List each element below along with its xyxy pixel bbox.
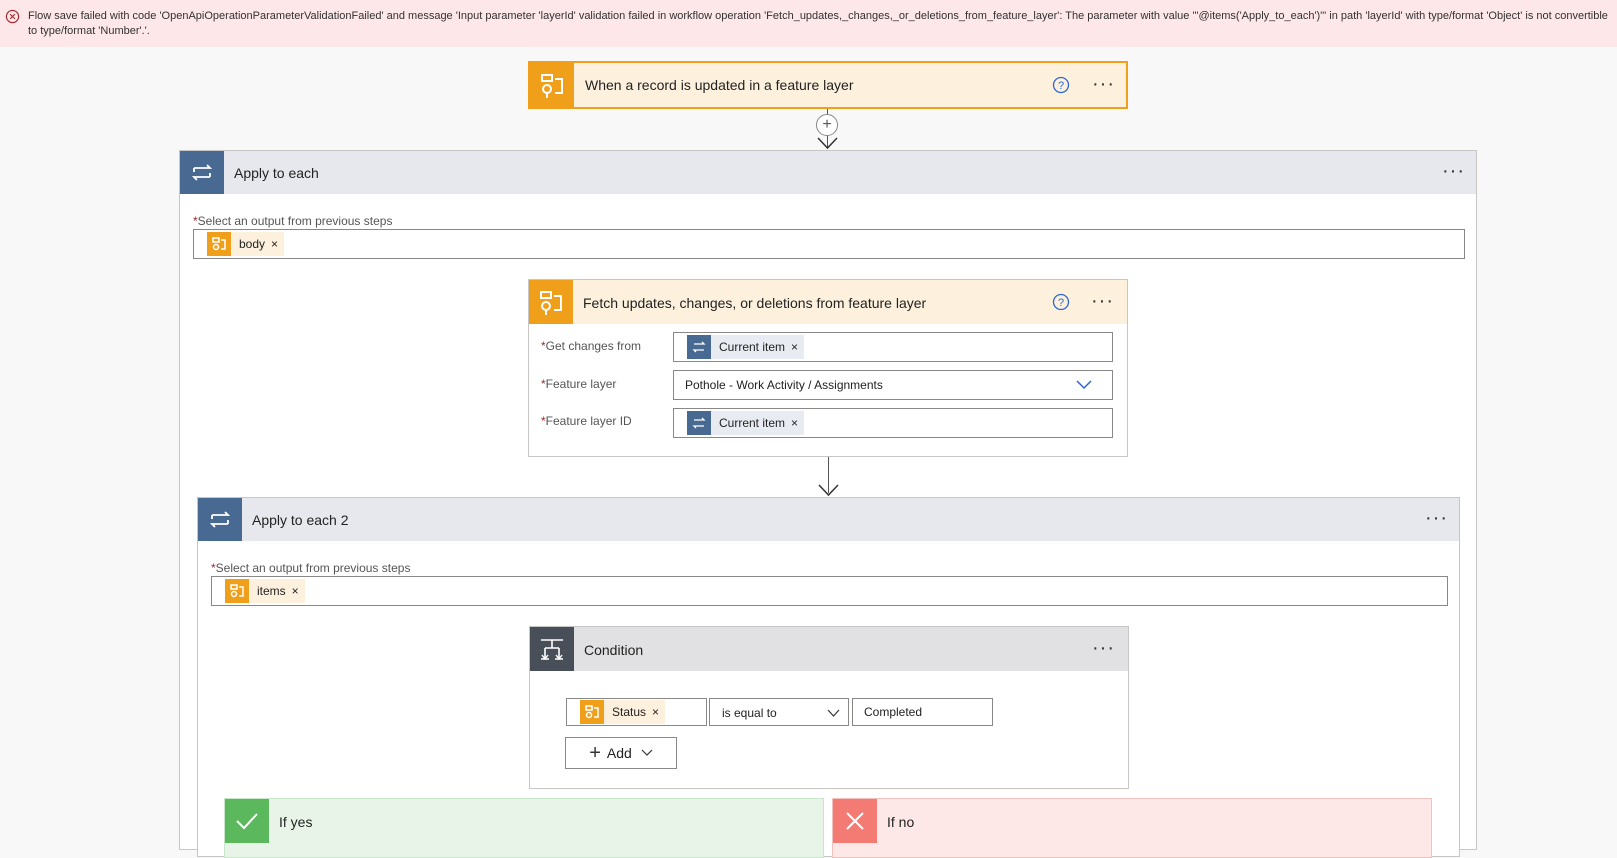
close-x-icon: [833, 799, 877, 843]
trigger-card[interactable]: When a record is updated in a feature la…: [528, 61, 1128, 109]
body-token[interactable]: body ×: [207, 232, 285, 256]
select-output-label: *Select an output from previous steps: [193, 214, 393, 228]
if-yes-branch: If yes: [224, 798, 824, 858]
help-circle-icon[interactable]: ?: [1052, 293, 1070, 311]
token-remove-icon[interactable]: ×: [789, 340, 804, 354]
select-output-input[interactable]: items ×: [211, 576, 1448, 606]
feature-layer-dropdown[interactable]: Pothole - Work Activity / Assignments: [673, 370, 1113, 400]
feature-layer-id-label: *Feature layer ID: [541, 414, 632, 428]
checkmark-icon: [225, 799, 269, 843]
status-token[interactable]: Status ×: [580, 700, 666, 724]
get-changes-from-label: *Get changes from: [541, 339, 642, 353]
token-remove-icon[interactable]: ×: [650, 705, 665, 719]
add-step-button[interactable]: +: [816, 114, 838, 136]
condition-right-operand[interactable]: Completed: [852, 698, 993, 726]
condition-left-operand[interactable]: Status ×: [566, 698, 707, 726]
loop-icon: [687, 411, 711, 435]
token-label: Current item: [719, 416, 786, 430]
apply-to-each-2-container: Apply to each 2 ··· *Select an output fr…: [197, 497, 1460, 858]
fetch-updates-more-button[interactable]: ···: [1091, 291, 1114, 311]
select-output-input[interactable]: body ×: [193, 229, 1465, 259]
current-item-token[interactable]: Current item ×: [687, 411, 805, 435]
fetch-updates-header[interactable]: Fetch updates, changes, or deletions fro…: [529, 280, 1127, 324]
right-operand-value: Completed: [864, 705, 923, 719]
token-label: items: [257, 584, 286, 598]
get-changes-from-input[interactable]: Current item ×: [673, 332, 1113, 362]
select-output-label: *Select an output from previous steps: [211, 561, 411, 575]
svg-text:?: ?: [1058, 297, 1064, 309]
feature-layer-id-input[interactable]: Current item ×: [673, 408, 1113, 438]
token-remove-icon[interactable]: ×: [290, 584, 305, 598]
apply-to-each-2-header[interactable]: Apply to each 2 ···: [198, 498, 1459, 541]
add-label: Add: [606, 745, 632, 761]
trigger-title: When a record is updated in a feature la…: [585, 77, 854, 93]
condition-icon: [530, 627, 574, 671]
feature-layer-connector-icon: [530, 63, 574, 107]
add-condition-button[interactable]: + Add: [565, 737, 677, 769]
loop-icon: [180, 151, 224, 194]
help-circle-icon[interactable]: ?: [1052, 76, 1070, 94]
fetch-updates-title: Fetch updates, changes, or deletions fro…: [583, 295, 927, 311]
condition-header[interactable]: Condition ···: [530, 627, 1128, 671]
if-yes-label: If yes: [279, 814, 313, 830]
plus-icon: +: [589, 742, 601, 764]
trigger-more-button[interactable]: ···: [1092, 74, 1115, 94]
condition-operator-dropdown[interactable]: is equal to: [709, 698, 849, 726]
loop-icon: [198, 498, 242, 541]
if-no-branch: If no: [832, 798, 1432, 858]
token-remove-icon[interactable]: ×: [269, 237, 284, 251]
condition-title: Condition: [584, 642, 644, 658]
feature-layer-connector-icon: [225, 579, 249, 603]
error-banner: Flow save failed with code 'OpenApiOpera…: [0, 0, 1617, 47]
operator-value: is equal to: [722, 706, 777, 720]
feature-layer-connector-icon: [529, 280, 573, 324]
chevron-down-icon: [641, 749, 653, 756]
error-circle-icon: [5, 9, 20, 24]
items-token[interactable]: items ×: [225, 579, 305, 603]
token-label: Status: [612, 705, 647, 719]
feature-layer-label: *Feature layer: [541, 377, 617, 391]
error-message: Flow save failed with code 'OpenApiOpera…: [28, 10, 1608, 37]
if-no-label: If no: [887, 814, 915, 830]
token-label: body: [239, 237, 266, 251]
fetch-updates-card: Fetch updates, changes, or deletions fro…: [528, 279, 1128, 457]
feature-layer-value: Pothole - Work Activity / Assignments: [685, 378, 883, 392]
current-item-token[interactable]: Current item ×: [687, 335, 805, 359]
arrow-down-icon: [818, 484, 839, 497]
condition-card: Condition ··· Status × is equal to Compl…: [529, 626, 1129, 789]
chevron-down-icon: [1076, 380, 1092, 390]
feature-layer-connector-icon: [580, 700, 604, 724]
condition-more-button[interactable]: ···: [1092, 638, 1115, 658]
feature-layer-connector-icon: [207, 232, 231, 256]
apply-to-each-container: Apply to each ··· *Select an output from…: [179, 150, 1477, 858]
svg-text:?: ?: [1058, 80, 1064, 92]
token-remove-icon[interactable]: ×: [789, 416, 804, 430]
loop-icon: [687, 335, 711, 359]
chevron-down-icon: [827, 709, 840, 717]
arrow-down-icon: [817, 137, 838, 150]
if-yes-header[interactable]: If yes: [225, 799, 823, 843]
apply-to-each-more-button[interactable]: ···: [1442, 161, 1465, 181]
apply-to-each-header[interactable]: Apply to each ···: [180, 151, 1476, 194]
apply-to-each-2-title: Apply to each 2: [252, 512, 349, 528]
token-label: Current item: [719, 340, 786, 354]
if-no-header[interactable]: If no: [833, 799, 1431, 843]
plus-icon: +: [822, 116, 832, 133]
apply-to-each-2-more-button[interactable]: ···: [1425, 508, 1448, 528]
apply-to-each-title: Apply to each: [234, 165, 319, 181]
